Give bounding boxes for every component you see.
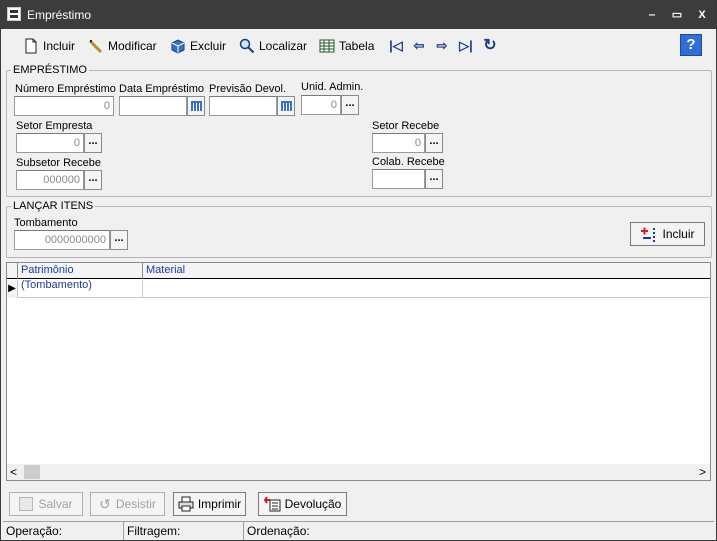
scroll-left-icon[interactable]: < — [10, 465, 17, 479]
salvar-label: Salvar — [38, 497, 73, 511]
previsao-devol-input[interactable] — [209, 96, 277, 116]
setor-empresta-input[interactable]: 0 — [16, 133, 84, 153]
table-row[interactable]: ▶ — [7, 280, 710, 298]
last-record-icon[interactable]: ▷| — [458, 38, 474, 54]
tabela-toolbar-button[interactable]: Tabela — [319, 35, 374, 57]
app-icon — [7, 7, 21, 21]
search-icon — [239, 38, 255, 54]
pencil-icon — [88, 38, 104, 54]
emprestimo-legend: EMPRÉSTIMO — [13, 64, 87, 76]
grid-column-material[interactable]: Material — [143, 263, 710, 279]
lancar-itens-legend: LANÇAR ITENS — [13, 200, 94, 212]
numero-emprestimo-label: Número Empréstimo — [15, 83, 116, 95]
minimize-button[interactable]: ‒ — [642, 6, 662, 24]
cell-patrimonio[interactable] — [18, 280, 143, 298]
scroll-right-icon[interactable]: > — [699, 465, 706, 479]
localizar-toolbar-button[interactable]: Localizar — [239, 35, 307, 57]
incluir-item-button[interactable]: Incluir — [630, 222, 705, 246]
devolucao-icon — [263, 496, 282, 512]
close-button[interactable]: X — [692, 6, 712, 24]
delete-box-icon — [170, 38, 186, 54]
cell-material[interactable] — [143, 280, 710, 298]
toolbar: Incluir Modificar Excluir Localizar Tabe… — [1, 29, 716, 61]
setor-recebe-input[interactable]: 0 — [372, 133, 425, 153]
unid-admin-label: Unid. Admin. — [301, 81, 364, 93]
modificar-label: Modificar — [108, 39, 157, 53]
modificar-toolbar-button[interactable]: Modificar — [88, 35, 157, 57]
tabela-label: Tabela — [339, 39, 375, 53]
horizontal-scrollbar[interactable]: < > — [7, 464, 710, 480]
new-document-icon — [23, 38, 39, 54]
printer-icon — [178, 496, 194, 512]
calendar-icon — [281, 101, 292, 111]
calendar-icon — [191, 101, 202, 111]
devolucao-button[interactable]: Devolução — [258, 492, 347, 516]
previsao-devol-calendar-button[interactable] — [277, 96, 295, 116]
undo-icon: ↺ — [99, 495, 111, 512]
first-record-icon[interactable]: |◁ — [388, 38, 404, 54]
tombamento-lookup-button[interactable]: ... — [110, 230, 128, 250]
setor-recebe-label: Setor Recebe — [372, 120, 440, 132]
incluir-label: Incluir — [43, 39, 76, 53]
tombamento-label: Tombamento — [14, 217, 78, 229]
imprimir-button[interactable]: Imprimir — [173, 492, 246, 516]
colab-recebe-lookup-button[interactable]: ... — [425, 169, 443, 189]
help-button[interactable]: ? — [680, 34, 702, 56]
window-title: Empréstimo — [27, 8, 92, 22]
tombamento-input[interactable]: 0000000000 — [14, 230, 110, 250]
refresh-icon[interactable]: ↻ — [482, 38, 498, 54]
unid-admin-input[interactable]: 0 — [301, 95, 341, 115]
excluir-label: Excluir — [190, 39, 227, 53]
setor-empresta-label: Setor Empresta — [16, 120, 93, 132]
colab-recebe-input[interactable] — [372, 169, 425, 189]
setor-empresta-lookup-button[interactable]: ... — [84, 133, 102, 153]
items-grid[interactable]: Patrimônio (Tombamento) Material ▶ < > — [6, 262, 711, 481]
main-window: Empréstimo ‒ ▭ X Incluir Modificar Exclu… — [0, 0, 717, 541]
grid-indicator-header — [7, 263, 18, 279]
imprimir-label: Imprimir — [197, 497, 242, 511]
add-item-icon — [640, 226, 658, 242]
incluir-toolbar-button[interactable]: Incluir — [23, 35, 75, 57]
data-emprestimo-calendar-button[interactable] — [187, 96, 205, 116]
salvar-button[interactable]: Salvar — [9, 492, 83, 516]
numero-emprestimo-input[interactable]: 0 — [14, 96, 114, 116]
excluir-toolbar-button[interactable]: Excluir — [170, 35, 226, 57]
status-ordenacao: Ordenação: — [244, 521, 714, 540]
save-icon — [19, 497, 34, 511]
previsao-devol-label: Previsão Devol. — [209, 83, 287, 95]
data-emprestimo-input[interactable] — [119, 96, 187, 116]
title-bar: Empréstimo ‒ ▭ X — [1, 1, 716, 29]
scroll-thumb[interactable] — [24, 465, 40, 479]
unid-admin-lookup-button[interactable]: ... — [341, 95, 359, 115]
previous-record-icon[interactable]: ⇦ — [411, 38, 427, 54]
subsetor-recebe-input[interactable]: 000000 — [16, 170, 84, 190]
table-icon — [319, 38, 335, 54]
incluir-item-label: Incluir — [662, 227, 695, 241]
desistir-button[interactable]: ↺ Desistir — [90, 492, 165, 516]
desistir-label: Desistir — [115, 497, 156, 511]
next-record-icon[interactable]: ⇨ — [434, 38, 450, 54]
localizar-label: Localizar — [259, 39, 308, 53]
status-filtragem: Filtragem: — [124, 521, 244, 540]
colab-recebe-label: Colab. Recebe — [372, 156, 445, 168]
maximize-button[interactable]: ▭ — [667, 6, 687, 24]
subsetor-recebe-label: Subsetor Recebe — [16, 157, 101, 169]
setor-recebe-lookup-button[interactable]: ... — [425, 133, 443, 153]
data-emprestimo-label: Data Empréstimo — [119, 83, 204, 95]
row-indicator-icon: ▶ — [7, 280, 18, 298]
subsetor-recebe-lookup-button[interactable]: ... — [84, 170, 102, 190]
grid-header: Patrimônio (Tombamento) Material — [7, 263, 710, 291]
status-operacao: Operação: — [3, 521, 124, 540]
devolucao-label: Devolução — [284, 497, 342, 511]
grid-column-patrimonio[interactable]: Patrimônio (Tombamento) — [18, 263, 143, 291]
